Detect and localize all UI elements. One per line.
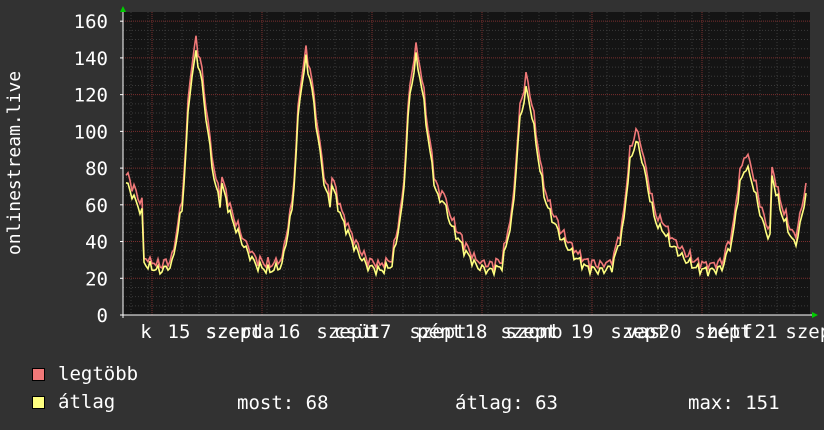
x-tick-label: 19 bbox=[571, 321, 594, 343]
x-tick-label: 20 bbox=[659, 321, 682, 343]
legend-swatch-legtobb bbox=[32, 367, 45, 381]
legend-label-atlag: átlag bbox=[58, 391, 116, 413]
x-tick-label: pént bbox=[417, 321, 463, 343]
x-tick-labels: k 15 szeptszerda 16 szeptcsüt17 szeptpént 18 sz… bbox=[140, 321, 824, 343]
x-axis-arrow bbox=[812, 312, 818, 318]
x-tick-label: 17 bbox=[369, 321, 392, 343]
x-tick-label: vas bbox=[626, 321, 660, 343]
x-tick-label: szept bbox=[785, 321, 824, 343]
stat-now: most: 68 bbox=[237, 392, 329, 414]
y-tick-label: 60 bbox=[85, 195, 108, 217]
legend-label-legtobb: legtöbb bbox=[58, 363, 139, 385]
y-tick-label: 40 bbox=[85, 232, 108, 254]
y-tick-label: 120 bbox=[74, 85, 108, 107]
legend-item-atlag: átlag bbox=[32, 391, 115, 413]
x-tick-label: szerda bbox=[206, 321, 275, 343]
y-tick-label: 140 bbox=[74, 48, 108, 70]
x-tick-label: szomb bbox=[505, 321, 562, 343]
x-tick-label: 18 bbox=[465, 321, 488, 343]
x-tick-label: 16 bbox=[278, 321, 301, 343]
x-tick-label: 21 bbox=[755, 321, 778, 343]
stat-avg: átlag: 63 bbox=[455, 392, 558, 414]
stat-max: max: 151 bbox=[688, 392, 780, 414]
y-tick-label: 80 bbox=[85, 158, 108, 180]
y-tick-label: 160 bbox=[74, 11, 108, 33]
x-tick-label: k bbox=[140, 321, 152, 343]
y-axis-label: onlinestream.live bbox=[4, 71, 25, 255]
x-tick-label: 15 bbox=[168, 321, 191, 343]
y-axis-arrow bbox=[120, 6, 126, 12]
legend-item-legtobb: legtöbb bbox=[32, 363, 138, 385]
y-tick-label: 20 bbox=[85, 268, 108, 290]
y-tick-labels: 0 20 40 60 80 100 120 140 160 bbox=[74, 11, 123, 327]
legend-swatch-atlag bbox=[32, 395, 45, 409]
x-tick-label: hétf bbox=[707, 321, 753, 343]
y-tick-label: 100 bbox=[74, 121, 108, 143]
y-tick-label: 0 bbox=[97, 305, 108, 327]
